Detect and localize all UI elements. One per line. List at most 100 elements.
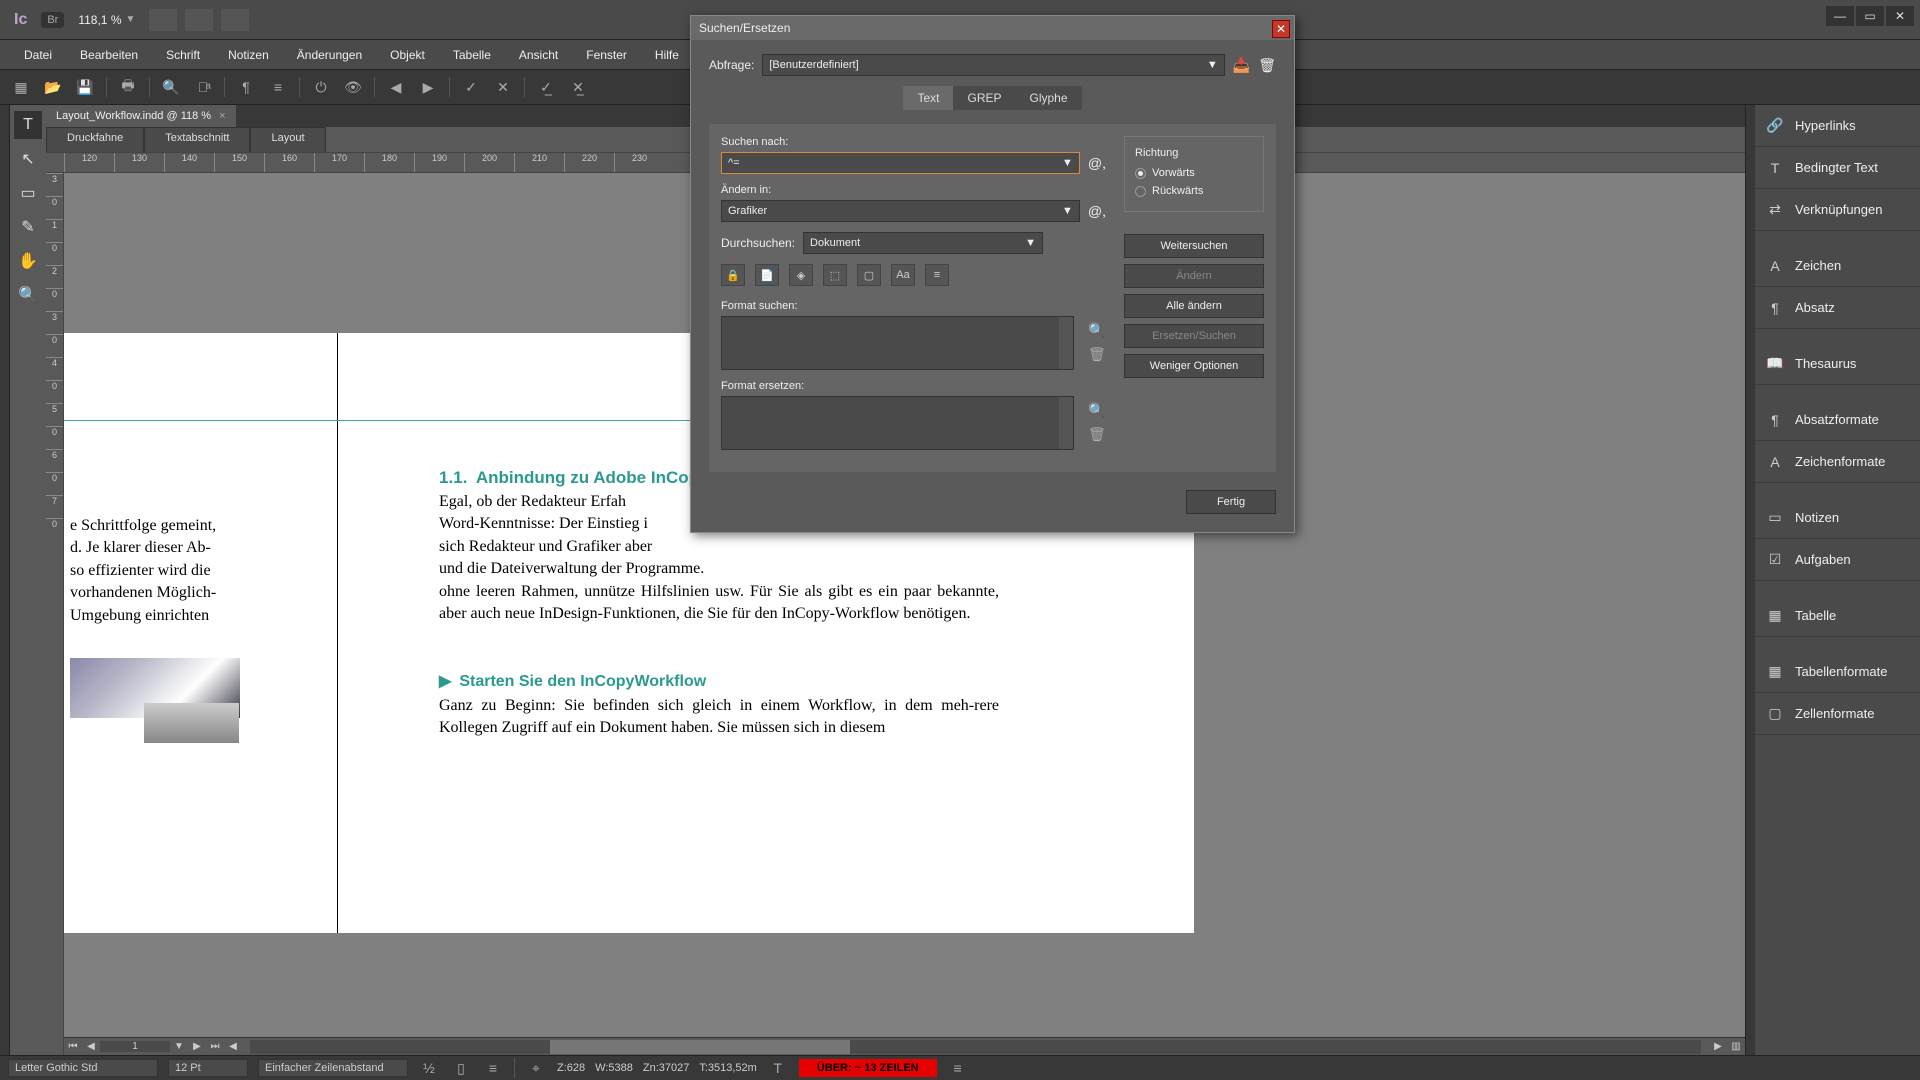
menu-fenster[interactable]: Fenster (572, 44, 641, 66)
abfrage-select[interactable]: [Benutzerdefiniert]▼ (762, 54, 1224, 76)
fraction-icon[interactable]: ½ (418, 1057, 440, 1079)
aendern-button[interactable]: Ändern (1124, 264, 1264, 288)
close-icon[interactable]: × (219, 110, 225, 122)
eyedropper-icon[interactable]: ✎ (14, 213, 42, 241)
next-icon[interactable]: ▶ (417, 76, 439, 98)
fontsize-field[interactable]: 12 Pt (168, 1059, 248, 1077)
chevron-down-icon[interactable]: ▼ (126, 14, 136, 25)
clear-format-icon[interactable]: 🗑 (1088, 426, 1106, 444)
footnotes-icon[interactable]: ▢ (857, 264, 881, 286)
panel-absatzformate[interactable]: ¶Absatzformate (1755, 399, 1920, 441)
horizontal-scrollbar[interactable] (250, 1040, 1701, 1054)
radio-rueckwaerts[interactable]: Rückwärts (1135, 185, 1253, 197)
tab-grep[interactable]: GREP (953, 86, 1015, 110)
save-icon[interactable]: 💾 (74, 76, 96, 98)
menu-notizen[interactable]: Notizen (214, 44, 283, 66)
durchsuchen-select[interactable]: Dokument▼ (803, 232, 1043, 254)
reject-all-icon[interactable]: ✕̲ (567, 76, 589, 98)
weniger-optionen-button[interactable]: Weniger Optionen (1124, 354, 1264, 378)
align-icon[interactable]: ▯ (450, 1057, 472, 1079)
type-tool-icon[interactable]: T (14, 111, 42, 139)
radio-vorwaerts[interactable]: Vorwärts (1135, 167, 1253, 179)
accept-all-icon[interactable]: ✓̲ (535, 76, 557, 98)
heading-2[interactable]: ▶ Starten Sie den InCopyWorkflow (439, 671, 706, 691)
justify-icon[interactable]: ≡ (482, 1057, 504, 1079)
arrange-icon[interactable] (221, 9, 249, 31)
menu-schrift[interactable]: Schrift (152, 44, 214, 66)
menu-objekt[interactable]: Objekt (376, 44, 439, 66)
tab-layout[interactable]: Layout (250, 127, 325, 152)
direct-select-icon[interactable]: ↖ (14, 145, 42, 173)
dialog-close-button[interactable]: ✕ (1272, 20, 1290, 38)
menu-hilfe[interactable]: Hilfe (641, 44, 693, 66)
power-icon[interactable]: ⏻ (310, 76, 332, 98)
menu-ansicht[interactable]: Ansicht (505, 44, 572, 66)
aendern-in-input[interactable]: Grafiker▼ (721, 200, 1080, 222)
suchen-nach-input[interactable]: ^=▼ (721, 152, 1080, 174)
scroll-left-icon[interactable]: ◀ (224, 1041, 242, 1052)
locked-layers-icon[interactable]: 🔒 (721, 264, 745, 286)
panel-thesaurus[interactable]: 📖Thesaurus (1755, 343, 1920, 385)
split-view-icon[interactable]: ▥ (1727, 1041, 1745, 1052)
panel-notizen[interactable]: ▭Notizen (1755, 497, 1920, 539)
prev-icon[interactable]: ◀ (385, 76, 407, 98)
eye-icon[interactable]: 👁 (342, 76, 364, 98)
heading-1[interactable]: 1.1. Anbindung zu Adobe InCopy (439, 468, 708, 488)
page-number-field[interactable]: 1 (100, 1041, 170, 1052)
panel-tabelle[interactable]: ▦Tabelle (1755, 595, 1920, 637)
hand-tool-icon[interactable]: ✋ (14, 247, 42, 275)
screen-mode-icon[interactable] (185, 9, 213, 31)
tab-glyphe[interactable]: Glyphe (1016, 86, 1082, 110)
panel-zeichen[interactable]: AZeichen (1755, 245, 1920, 287)
tab-druckfahne[interactable]: Druckfahne (46, 127, 144, 152)
prev-page-icon[interactable]: ◀ (82, 1041, 100, 1052)
body-paragraph-2[interactable]: Ganz zu Beginn: Sie befinden sich gleich… (439, 695, 999, 740)
tab-text[interactable]: Text (903, 86, 953, 110)
specify-format-icon[interactable]: 🔍 (1088, 402, 1106, 420)
accept-icon[interactable]: ✓ (460, 76, 482, 98)
next-page-icon[interactable]: ▶ (188, 1041, 206, 1052)
panel-absatz[interactable]: ¶Absatz (1755, 287, 1920, 329)
panel-bedingter-text[interactable]: TBedingter Text (1755, 147, 1920, 189)
reject-icon[interactable]: ✕ (492, 76, 514, 98)
menu-icon[interactable]: ≡ (947, 1057, 969, 1079)
menu-aenderungen[interactable]: Änderungen (283, 44, 376, 66)
format-ersetzen-box[interactable] (721, 396, 1074, 450)
search-icon[interactable]: 🔍 (160, 76, 182, 98)
format-suchen-box[interactable] (721, 316, 1074, 370)
alle-aendern-button[interactable]: Alle ändern (1124, 294, 1264, 318)
specify-format-icon[interactable]: 🔍 (1088, 322, 1106, 340)
spellcheck-icon[interactable]: ✓ͣ (192, 76, 214, 98)
master-pages-icon[interactable]: ⬚ (823, 264, 847, 286)
whole-word-icon[interactable]: ≡ (925, 264, 949, 286)
panel-verknuepfungen[interactable]: ⇄Verknüpfungen (1755, 189, 1920, 231)
window-close[interactable]: ✕ (1886, 6, 1914, 26)
panel-hyperlinks[interactable]: 🔗Hyperlinks (1755, 105, 1920, 147)
special-char-icon[interactable]: @, (1088, 155, 1106, 171)
open-icon[interactable]: 📂 (42, 76, 64, 98)
document-tab[interactable]: Layout_Workflow.indd @ 118 % × (46, 105, 236, 127)
case-sensitive-icon[interactable]: Aa (891, 264, 915, 286)
text-stats-icon[interactable]: T (767, 1057, 789, 1079)
text-column-left[interactable]: e Schrittfolge gemeint, d. Je klarer die… (70, 515, 245, 627)
new-icon[interactable]: ▦ (10, 76, 32, 98)
panel-zellenformate[interactable]: ▢Zellenformate (1755, 693, 1920, 735)
tab-textabschnitt[interactable]: Textabschnitt (144, 127, 250, 152)
menu-bearbeiten[interactable]: Bearbeiten (66, 44, 152, 66)
window-maximize[interactable]: ▭ (1856, 6, 1884, 26)
window-minimize[interactable]: — (1826, 6, 1854, 26)
print-icon[interactable]: 🖶 (117, 76, 139, 98)
font-field[interactable]: Letter Gothic Std (8, 1059, 158, 1077)
fertig-button[interactable]: Fertig (1186, 490, 1276, 514)
locked-stories-icon[interactable]: 📄 (755, 264, 779, 286)
scroll-right-icon[interactable]: ▶ (1709, 1041, 1727, 1052)
delete-query-icon[interactable]: 🗑 (1258, 57, 1276, 74)
hidden-layers-icon[interactable]: ◈ (789, 264, 813, 286)
zoom-control[interactable]: 118,1 % ▼ (72, 13, 141, 27)
special-char-icon[interactable]: @, (1088, 203, 1106, 219)
zoom-tool-icon[interactable]: 🔍 (14, 281, 42, 309)
load-query-icon[interactable]: 📥 (1233, 57, 1250, 74)
menu-datei[interactable]: Datei (10, 44, 66, 66)
menu-tabelle[interactable]: Tabelle (439, 44, 505, 66)
panel-zeichenformate[interactable]: AZeichenformate (1755, 441, 1920, 483)
